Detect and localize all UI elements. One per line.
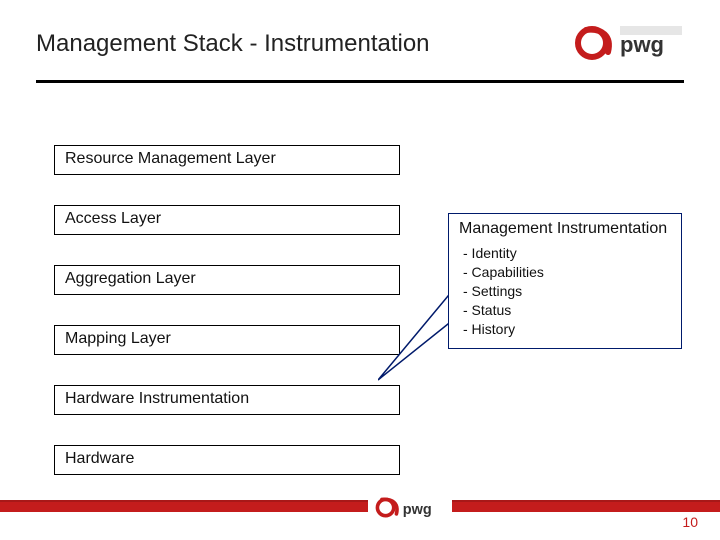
layer-hardware: Hardware — [54, 445, 400, 475]
layer-mapping: Mapping Layer — [54, 325, 400, 355]
svg-text:pwg: pwg — [403, 502, 432, 518]
callout-item: - Settings — [463, 282, 671, 301]
header-divider — [36, 80, 684, 83]
slide-header: Management Stack - Instrumentation pwg — [36, 26, 684, 80]
callout-item: - Capabilities — [463, 263, 671, 282]
layer-stack: Resource Management Layer Access Layer A… — [54, 145, 400, 505]
callout-box: Management Instrumentation - Identity - … — [448, 213, 682, 349]
layer-hardware-instrumentation: Hardware Instrumentation — [54, 385, 400, 415]
page-number: 10 — [682, 514, 698, 530]
footer-band — [0, 500, 720, 512]
callout-item: - History — [463, 320, 671, 339]
layer-resource-management: Resource Management Layer — [54, 145, 400, 175]
pwg-logo-icon: pwg — [568, 22, 684, 64]
callout-item: - Status — [463, 301, 671, 320]
layer-aggregation: Aggregation Layer — [54, 265, 400, 295]
layer-access: Access Layer — [54, 205, 400, 235]
page-title: Management Stack - Instrumentation — [36, 30, 430, 58]
pwg-logo-footer-icon: pwg — [368, 494, 452, 524]
callout-item: - Identity — [463, 244, 671, 263]
svg-text:pwg: pwg — [620, 32, 664, 57]
callout-items: - Identity - Capabilities - Settings - S… — [459, 244, 671, 338]
callout-title: Management Instrumentation — [459, 220, 671, 238]
